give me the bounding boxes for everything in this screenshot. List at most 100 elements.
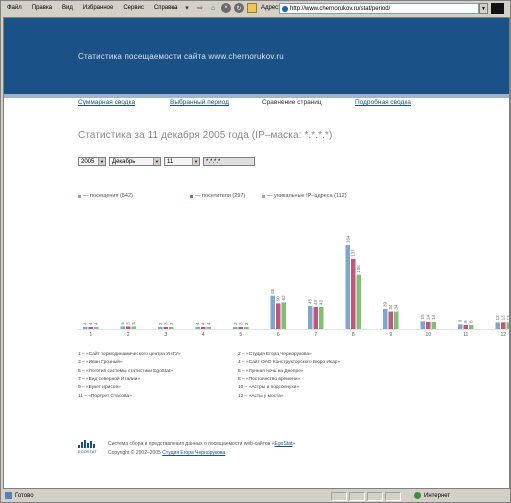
bar-visits-1: [83, 326, 88, 329]
bar-value-label: 4: [88, 322, 93, 325]
bar-unique-ips-4: [206, 326, 211, 329]
x-tick-label: 3: [164, 332, 167, 338]
bar-value-label: 14: [431, 314, 436, 320]
egostat-link[interactable]: EgoStat: [275, 441, 293, 447]
folder-icon[interactable]: [247, 3, 257, 13]
bar-value-label: 9: [458, 319, 463, 322]
bar-value-label: 34: [394, 304, 399, 310]
status-cell: [367, 492, 383, 501]
bar-visitors-7: [313, 306, 318, 329]
bar-value-label: 3: [158, 322, 163, 325]
caption-item: 8 – «Постоянство времени»: [238, 376, 301, 382]
bar-value-label: 50: [276, 296, 281, 302]
bar-value-label: 3: [169, 322, 174, 325]
page-viewport: Статистика посещаемости сайта www.cherno…: [3, 17, 510, 489]
bar-visits-6: [270, 295, 275, 329]
bar-value-label: 13: [501, 315, 506, 321]
status-cell: [349, 492, 365, 501]
footer-line-1: Система сбора и представления данных о п…: [108, 440, 295, 449]
bar-chart: 4 4 415 5 523 3 334 4 443 3 356550 52645 43 437164137…: [78, 235, 510, 338]
bar-unique-ips-2: [131, 326, 136, 329]
bar-value-label: 137: [351, 249, 356, 257]
x-tick-label: 11: [463, 332, 468, 338]
bar-unique-ips-7: [319, 306, 324, 329]
bar-visits-2: [120, 326, 125, 329]
go-button[interactable]: [491, 3, 504, 14]
bar-value-label: 13: [506, 315, 510, 321]
x-tick-label: 6: [277, 332, 280, 338]
bar-value-label: 15: [420, 314, 425, 320]
bar-unique-ips-11: [469, 324, 474, 329]
studio-link[interactable]: Студия Егора Чернорукова: [162, 450, 225, 456]
ie-page-icon: [282, 6, 288, 12]
bar-unique-ips-3: [169, 327, 174, 329]
bar-value-label: 5: [126, 321, 131, 324]
bar-visits-8: [345, 245, 350, 329]
bar-visits-5: [233, 327, 238, 329]
bar-unique-ips-6: [281, 302, 286, 329]
bar-visits-11: [458, 324, 463, 329]
status-bar: Готово Интернет: [1, 490, 511, 503]
dropdown-icon[interactable]: ▾: [182, 3, 192, 13]
x-tick-label: 1: [89, 332, 92, 338]
bar-visitors-2: [126, 326, 131, 329]
home-icon[interactable]: ⌂: [208, 3, 218, 13]
caption-item: 6 – «Лунная ночь на Днепре»: [238, 368, 304, 374]
bar-value-label: 106: [356, 265, 361, 273]
page-done-icon: [5, 492, 12, 499]
bar-visits-10: [420, 321, 425, 329]
bar-value-label: 45: [308, 298, 313, 304]
caption-item: 2 – «Студия Егора Чернорукова»: [238, 352, 312, 357]
address-value: http://www.chernorukov.ru/stat/period/: [290, 5, 391, 12]
caption-item: 7 – «Вид северной Италии»: [78, 376, 140, 382]
address-input[interactable]: http://www.chernorukov.ru/stat/period/: [279, 3, 479, 14]
footer-line-1-end: »: [292, 441, 296, 447]
bar-value-label: 43: [313, 299, 318, 305]
copyright-text: Copyright © 2002–2005: [108, 450, 163, 456]
status-cell: [331, 492, 347, 501]
egostat-logo-icon: EGOSTAT: [78, 440, 97, 454]
bar-value-label: 4: [201, 322, 206, 325]
footer-line-1-text: Система сбора и представления данных о п…: [108, 441, 275, 447]
bar-value-label: 3: [238, 322, 243, 325]
x-tick-label: 12: [500, 332, 506, 338]
bar-visits-7: [308, 305, 313, 329]
address-dropdown-button[interactable]: ▼: [479, 3, 488, 14]
toolbar: ⇦ ▾ ⇨ ⌂ × ↻ Адрес: http://www.chernoruko…: [1, 1, 511, 17]
bar-visitors-8: [351, 258, 356, 329]
caption-item: 1 – «Сайт термодинамического центра УНГУ…: [78, 352, 181, 357]
bar-value-label: 52: [281, 295, 286, 301]
bar-value-label: 14: [426, 314, 431, 320]
bar-value-label: 65: [270, 288, 275, 294]
bar-value-label: 8: [469, 320, 474, 323]
caption-item: 3 – «Иван Грозный»: [78, 360, 123, 366]
bar-value-label: 3: [233, 322, 238, 325]
bar-value-label: 43: [319, 299, 324, 305]
bar-visitors-5: [238, 327, 243, 329]
bar-visitors-4: [201, 326, 206, 329]
back-icon[interactable]: ⇦: [169, 3, 179, 13]
forward-icon[interactable]: ⇨: [195, 3, 205, 13]
zone-text: Интернет: [424, 492, 451, 499]
bar-value-label: 4: [195, 322, 200, 325]
bar-visitors-3: [163, 327, 168, 329]
caption-item: 9 – «Букет ирисов»: [78, 385, 121, 391]
security-zone: Интернет: [414, 492, 450, 499]
bar-value-label: 4: [206, 322, 211, 325]
nav-buttons: ⇦ ▾ ⇨ ⌂ × ↻: [169, 3, 257, 13]
bar-value-label: 34: [388, 304, 393, 310]
bar-visitors-6: [276, 303, 281, 329]
caption-item: 11 – «Портрет Стасова»: [78, 393, 132, 399]
bar-unique-ips-5: [244, 327, 249, 329]
bar-unique-ips-9: [394, 311, 399, 329]
bar-visits-9: [383, 309, 388, 329]
bar-visits-4: [195, 326, 200, 329]
bar-unique-ips-8: [356, 274, 361, 329]
bar-unique-ips-1: [94, 326, 99, 329]
footer-line-2: Copyright © 2002–2005 Студия Егора Черно…: [108, 449, 295, 458]
bar-value-label: 3: [163, 322, 168, 325]
stop-icon[interactable]: ×: [221, 3, 231, 13]
x-tick-label: 8: [352, 332, 355, 338]
refresh-icon[interactable]: ↻: [234, 3, 244, 13]
bar-value-label: 4: [94, 322, 99, 325]
